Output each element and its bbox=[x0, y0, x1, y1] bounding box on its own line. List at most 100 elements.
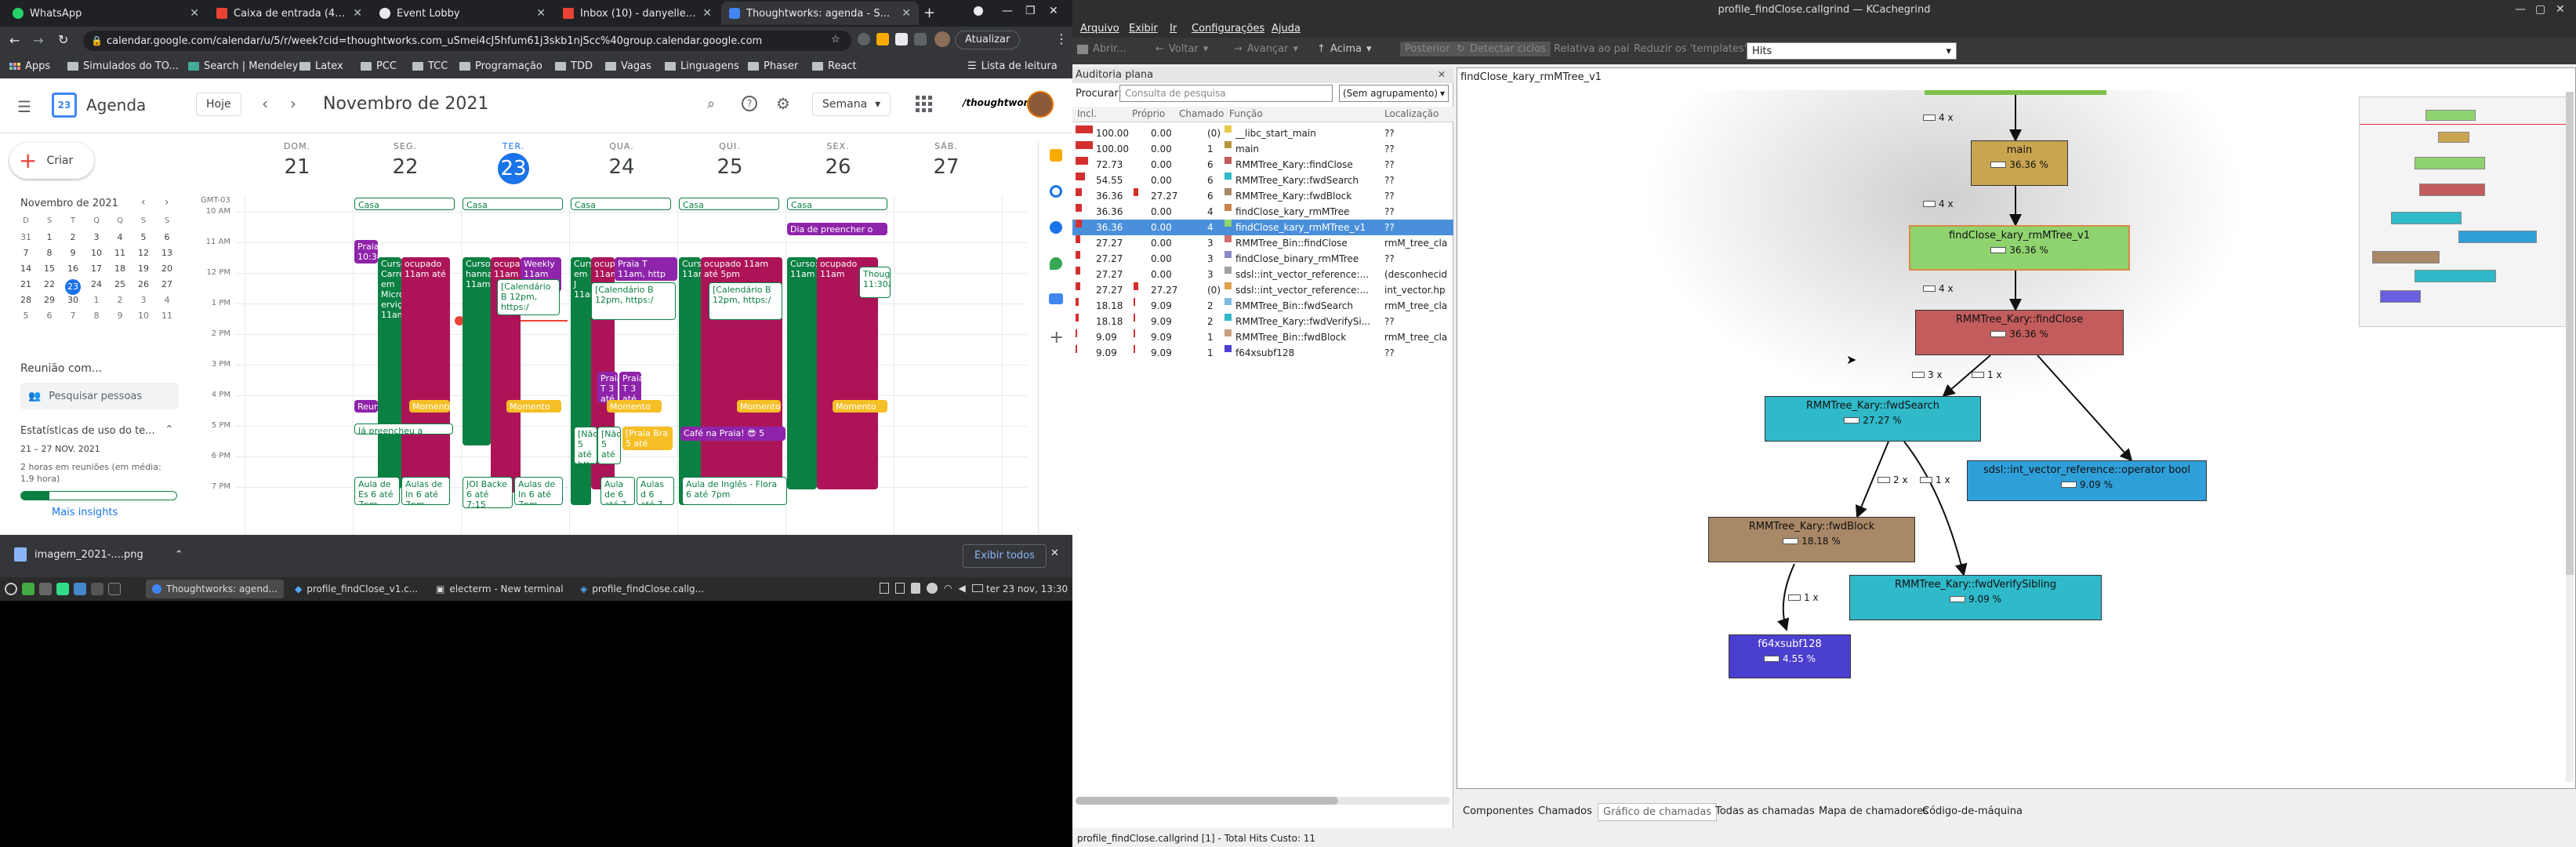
mini-day[interactable]: 18 bbox=[108, 264, 132, 274]
mini-day[interactable]: 11 bbox=[155, 311, 179, 321]
main-menu-icon[interactable]: ☰ bbox=[17, 97, 31, 116]
add-addon-icon[interactable]: + bbox=[1050, 328, 1064, 347]
battery-icon[interactable] bbox=[971, 584, 983, 592]
mini-day[interactable]: 6 bbox=[38, 311, 61, 321]
taskbar-item-browser[interactable]: Thoughtworks: agend... bbox=[146, 580, 284, 598]
chevron-up-icon[interactable]: ⌃ bbox=[165, 424, 174, 436]
minimize-icon[interactable]: — bbox=[1002, 5, 1013, 17]
new-tab-button[interactable]: + bbox=[923, 5, 935, 21]
horizontal-scrollbar[interactable] bbox=[1076, 797, 1450, 805]
table-row[interactable]: 100.00 0.00 (0) __libc_start_main?? bbox=[1072, 125, 1453, 141]
day-header[interactable]: QUI. 25 bbox=[676, 141, 784, 181]
wifi-icon[interactable]: ◠ bbox=[944, 583, 952, 594]
chevron-up-icon[interactable]: ⌃ bbox=[175, 549, 183, 561]
update-button[interactable]: Atualizar bbox=[955, 31, 1021, 49]
event-reun[interactable]: Reun bbox=[354, 400, 378, 413]
mini-day[interactable]: 5 bbox=[14, 311, 38, 321]
event-praia1[interactable]: Praia 10:30 bbox=[354, 240, 378, 264]
event-curso_thu[interactable]: Curso: 11am bbox=[679, 257, 701, 505]
minimize-icon[interactable]: — bbox=[2515, 3, 2526, 16]
event-nao2[interactable]: [Não 5 até bbox=[597, 427, 621, 464]
taskbar-item-kcachegrind[interactable]: ◈ profile_findClose.callg... bbox=[577, 580, 707, 598]
open-button[interactable]: Abrir... bbox=[1077, 43, 1127, 55]
event-aula2[interactable]: Aulas de In 6 até 7pm bbox=[401, 477, 450, 505]
tab-calendar[interactable]: Thoughtworks: agenda - S... ✕ bbox=[721, 2, 919, 25]
table-row[interactable]: 54.55 0.00 6 RMMTree_Kary::fwdSearch?? bbox=[1072, 173, 1453, 188]
bookmark-item[interactable]: PCC bbox=[361, 60, 397, 72]
mini-day[interactable]: 9 bbox=[108, 311, 132, 321]
help-icon[interactable]: ? bbox=[742, 96, 757, 111]
view-select[interactable]: Semana ▾ bbox=[812, 93, 891, 116]
graph-overview-map[interactable] bbox=[2359, 96, 2568, 327]
mini-day[interactable]: 30 bbox=[61, 295, 85, 305]
mini-day[interactable]: 23 bbox=[65, 279, 81, 295]
close-icon[interactable]: ✕ bbox=[1050, 547, 1059, 559]
zoom-icon[interactable] bbox=[1048, 293, 1063, 304]
mini-day[interactable]: 22 bbox=[38, 279, 61, 289]
event-preencher[interactable]: Já preencheu a pesquisa bbox=[354, 424, 453, 434]
taskbar-item-terminal[interactable]: ▣ electerm - New terminal bbox=[433, 580, 567, 598]
close-icon[interactable]: ✕ bbox=[1438, 69, 1446, 80]
reading-list[interactable]: ☰ Lista de leitura bbox=[967, 60, 1058, 72]
column-header[interactable]: Função bbox=[1229, 108, 1263, 119]
mini-day[interactable]: 1 bbox=[38, 232, 61, 242]
mini-day[interactable]: 2 bbox=[108, 295, 132, 305]
show-all-button[interactable]: Exibir todos bbox=[963, 544, 1047, 568]
shield-icon[interactable] bbox=[911, 583, 920, 594]
keep-icon[interactable] bbox=[1049, 149, 1062, 162]
event-ocupado_mon[interactable]: ocupado 11am até bbox=[401, 257, 450, 489]
allday-event[interactable]: Casa bbox=[679, 198, 779, 210]
tasks-icon[interactable] bbox=[1049, 185, 1062, 198]
event-jdi[interactable]: JOI Backe 6 até 7:15 bbox=[463, 477, 513, 508]
posterior-button[interactable]: Posterior bbox=[1400, 42, 1455, 56]
bookmark-item[interactable]: Linguagens bbox=[665, 60, 739, 72]
contacts-icon[interactable] bbox=[1049, 221, 1062, 234]
day-header[interactable]: SÁB. 27 bbox=[892, 141, 1000, 181]
scrollbar-thumb[interactable] bbox=[2566, 92, 2574, 575]
bookmark-item[interactable]: TCC bbox=[412, 60, 448, 72]
puzzle-icon[interactable] bbox=[914, 33, 927, 45]
table-row[interactable]: 9.09 9.09 1 f64xsubf128?? bbox=[1072, 345, 1453, 361]
graph-node-f64xsubf128[interactable]: f64xsubf128 4.55 % bbox=[1729, 634, 1851, 678]
graph-node-findclose[interactable]: RMMTree_Kary::findClose 36.36 % bbox=[1915, 310, 2124, 355]
mini-day[interactable]: 5 bbox=[132, 232, 155, 242]
mini-calendar[interactable]: D S T Q Q S S 31 1 2 3 4 5 6 7 8 9 10 11 12 13 14 15 16 17 18 19 20… bbox=[14, 216, 182, 342]
bookmark-item[interactable]: Search | Mendeley bbox=[188, 60, 298, 72]
mini-day[interactable]: 4 bbox=[108, 232, 132, 242]
event-though_fri[interactable]: Thoug 11:30a bbox=[859, 267, 891, 298]
window-close-icon[interactable]: ✕ bbox=[2556, 3, 2565, 16]
mini-day[interactable]: 20 bbox=[155, 264, 179, 274]
bookmark-item[interactable]: Simulados do TO... bbox=[67, 60, 179, 72]
tab-components[interactable]: Componentes bbox=[1463, 805, 1533, 817]
mini-day[interactable]: 9 bbox=[61, 248, 85, 258]
reload-icon[interactable]: ↻ bbox=[58, 32, 68, 47]
mini-day[interactable]: 29 bbox=[38, 295, 61, 305]
mini-day[interactable]: 11 bbox=[108, 248, 132, 258]
event-cafe[interactable]: Café na Praia! 😎 5 bbox=[680, 427, 785, 441]
event-praia_wed[interactable]: Praia T 11am, http bbox=[615, 257, 677, 281]
event-aula5[interactable]: Aulas d 6 até 7 bbox=[637, 477, 674, 505]
prev-week-icon[interactable]: ‹ bbox=[262, 94, 268, 113]
allday-event[interactable]: Casa bbox=[463, 198, 563, 210]
graph-node-fwdverifysibling[interactable]: RMMTree_Kary::fwdVerifySibling 9.09 % bbox=[1849, 575, 2102, 620]
mini-day[interactable]: 27 bbox=[155, 279, 179, 289]
event-momento2[interactable]: Momento pra bbox=[506, 400, 561, 413]
mini-day[interactable]: 6 bbox=[155, 232, 179, 242]
allday-event[interactable]: Casa bbox=[354, 198, 455, 210]
event-curso_wed[interactable]: Curso em J 11am bbox=[571, 257, 591, 505]
mini-day[interactable]: 4 bbox=[155, 295, 179, 305]
search-input[interactable]: Consulta de pesquisa bbox=[1119, 85, 1333, 102]
menu-file[interactable]: Arquivo bbox=[1080, 23, 1119, 35]
mini-day[interactable]: 10 bbox=[132, 311, 155, 321]
mini-day[interactable]: 19 bbox=[132, 264, 155, 274]
event-type-select[interactable]: Hits ▾ bbox=[1747, 42, 1957, 60]
mini-day[interactable]: 25 bbox=[108, 279, 132, 289]
power-icon[interactable] bbox=[5, 583, 17, 595]
column-header[interactable]: Incl. bbox=[1077, 108, 1097, 119]
vertical-scrollbar[interactable] bbox=[2566, 92, 2574, 782]
more-insights-link[interactable]: Mais insights bbox=[52, 507, 118, 518]
mini-day[interactable]: 24 bbox=[85, 279, 108, 289]
table-row[interactable]: 27.27 0.00 3 RMMTree_Bin::findClose rmM_tree… bbox=[1072, 235, 1453, 251]
table-row[interactable]: 100.00 0.00 1 main?? bbox=[1072, 141, 1453, 157]
reduce-templates-button[interactable]: Reduzir os 'templates' bbox=[1634, 43, 1747, 55]
